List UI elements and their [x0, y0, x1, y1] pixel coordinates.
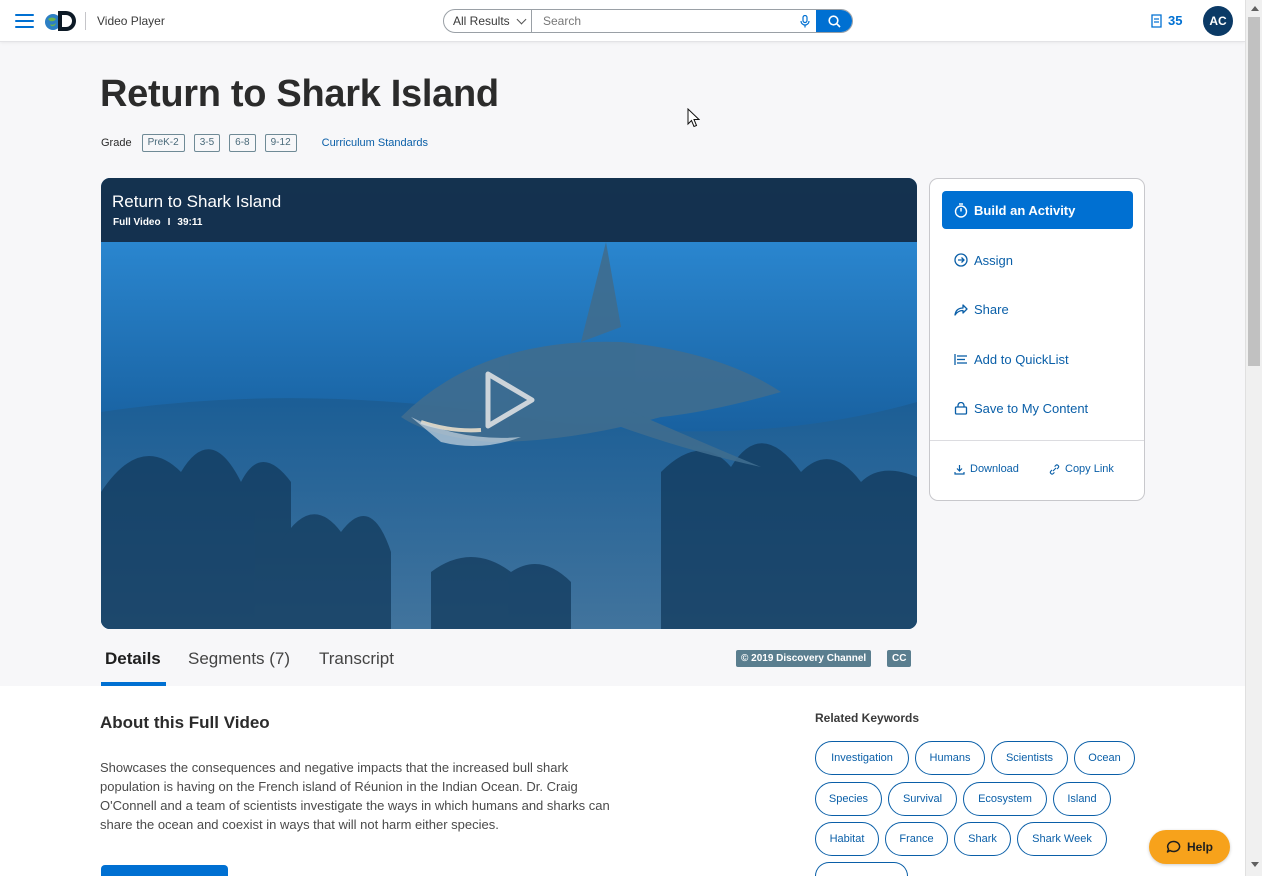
search-button[interactable]	[816, 10, 852, 32]
partial-button[interactable]	[101, 865, 228, 876]
copy-link-button[interactable]: Copy Link	[1049, 463, 1114, 475]
video-thumbnail	[101, 242, 917, 629]
copy-link-label: Copy Link	[1065, 463, 1114, 475]
build-activity-button[interactable]: Build an Activity	[942, 191, 1133, 229]
microphone-icon[interactable]	[794, 10, 816, 32]
keyword-chip[interactable]: Investigation	[815, 741, 909, 775]
chat-bubble-icon	[1166, 840, 1181, 853]
search-scope-label: All Results	[453, 14, 510, 28]
avatar[interactable]: AC	[1203, 6, 1233, 36]
play-icon[interactable]	[480, 368, 538, 432]
tab-segments[interactable]: Segments (7)	[188, 649, 290, 669]
keyword-chip[interactable]: Species	[815, 782, 882, 816]
logo-divider	[85, 12, 86, 30]
grade-chip-3-5[interactable]: 3-5	[193, 134, 221, 152]
search-input[interactable]	[532, 10, 794, 32]
download-button[interactable]: Download	[954, 463, 1019, 475]
grade-row: Grade PreK-2 3-5 6-8 9-12 Curriculum Sta…	[101, 134, 428, 152]
help-button[interactable]: Help	[1149, 830, 1230, 864]
build-activity-label: Build an Activity	[974, 202, 1076, 218]
keyword-chip[interactable]: Ocean	[1074, 741, 1135, 775]
keyword-chip[interactable]: Ecosystem	[963, 782, 1047, 816]
menu-icon[interactable]	[15, 14, 34, 28]
page-title: Return to Shark Island	[100, 73, 499, 115]
share-label: Share	[974, 301, 1009, 317]
grade-chip-6-8[interactable]: 6-8	[229, 134, 256, 152]
keyword-chip[interactable]: Habitat	[815, 822, 879, 856]
download-label: Download	[970, 463, 1019, 475]
download-icon	[954, 464, 965, 475]
grade-chip-prek-2[interactable]: PreK-2	[141, 134, 185, 152]
notifications-button[interactable]: 35	[1150, 13, 1182, 28]
scroll-up-arrow-icon[interactable]	[1251, 6, 1259, 11]
arrow-circle-icon	[954, 253, 968, 267]
search-icon	[827, 14, 841, 28]
tab-details[interactable]: Details	[105, 649, 161, 669]
share-button[interactable]: Share	[954, 299, 1009, 319]
assign-label: Assign	[974, 252, 1014, 268]
about-description: Showcases the consequences and negative …	[100, 760, 610, 832]
save-label: Save to My Content	[974, 400, 1089, 416]
video-type: Full Video	[113, 217, 161, 228]
chevron-down-icon	[516, 14, 527, 24]
link-icon	[1049, 463, 1060, 475]
stopwatch-icon	[954, 202, 968, 218]
save-to-my-content-button[interactable]: Save to My Content	[954, 398, 1088, 418]
quicklist-label: Add to QuickList	[974, 351, 1069, 367]
cc-badge[interactable]: CC	[887, 650, 912, 667]
curriculum-standards-link[interactable]: Curriculum Standards	[322, 137, 428, 149]
app-title: Video Player	[97, 14, 165, 28]
video-header: Return to Shark Island Full Video I 39:1…	[101, 178, 917, 242]
assignment-icon	[1151, 13, 1162, 28]
scroll-down-arrow-icon[interactable]	[1251, 862, 1259, 867]
notification-count: 35	[1168, 13, 1183, 28]
video-title: Return to Shark Island	[112, 192, 282, 211]
keyword-chip[interactable]: Survival	[888, 782, 957, 816]
panel-divider	[930, 440, 1144, 441]
keyword-chip[interactable]: France	[885, 822, 948, 856]
top-nav: Video Player All Results 35 AC	[0, 0, 1245, 42]
help-label: Help	[1186, 840, 1213, 854]
share-arrow-icon	[954, 303, 968, 316]
related-keywords-title: Related Keywords	[815, 711, 920, 725]
video-player[interactable]: Return to Shark Island Full Video I 39:1…	[101, 178, 917, 629]
page-scrollbar[interactable]	[1245, 0, 1262, 876]
search-bar: All Results	[443, 9, 853, 33]
video-duration: 39:11	[177, 217, 203, 228]
video-meta: Full Video I 39:11	[113, 217, 202, 228]
actions-panel: Build an Activity Assign Share Add to Qu…	[929, 178, 1145, 501]
keyword-chip[interactable]: Shark Week	[1017, 822, 1107, 856]
scroll-thumb[interactable]	[1248, 17, 1260, 366]
list-icon	[954, 353, 967, 365]
keyword-chip[interactable]: Scientists	[991, 741, 1068, 775]
tab-transcript[interactable]: Transcript	[319, 649, 394, 669]
meta-separator: I	[167, 217, 171, 228]
search-scope-select[interactable]: All Results	[444, 10, 532, 32]
add-to-quicklist-button[interactable]: Add to QuickList	[954, 349, 1069, 369]
grade-chip-9-12[interactable]: 9-12	[264, 134, 297, 152]
keyword-chip-partial[interactable]	[815, 862, 908, 876]
mouse-pointer-icon	[687, 108, 700, 128]
keyword-chip[interactable]: Shark	[954, 822, 1011, 856]
copyright-badge: © 2019 Discovery Channel	[736, 650, 872, 667]
folder-lock-icon	[954, 401, 968, 415]
keyword-chip[interactable]: Island	[1053, 782, 1111, 816]
keyword-chip[interactable]: Humans	[915, 741, 985, 775]
assign-button[interactable]: Assign	[954, 250, 1013, 270]
grade-label: Grade	[101, 137, 132, 149]
discovery-logo[interactable]	[44, 9, 78, 33]
about-title: About this Full Video	[100, 713, 270, 732]
